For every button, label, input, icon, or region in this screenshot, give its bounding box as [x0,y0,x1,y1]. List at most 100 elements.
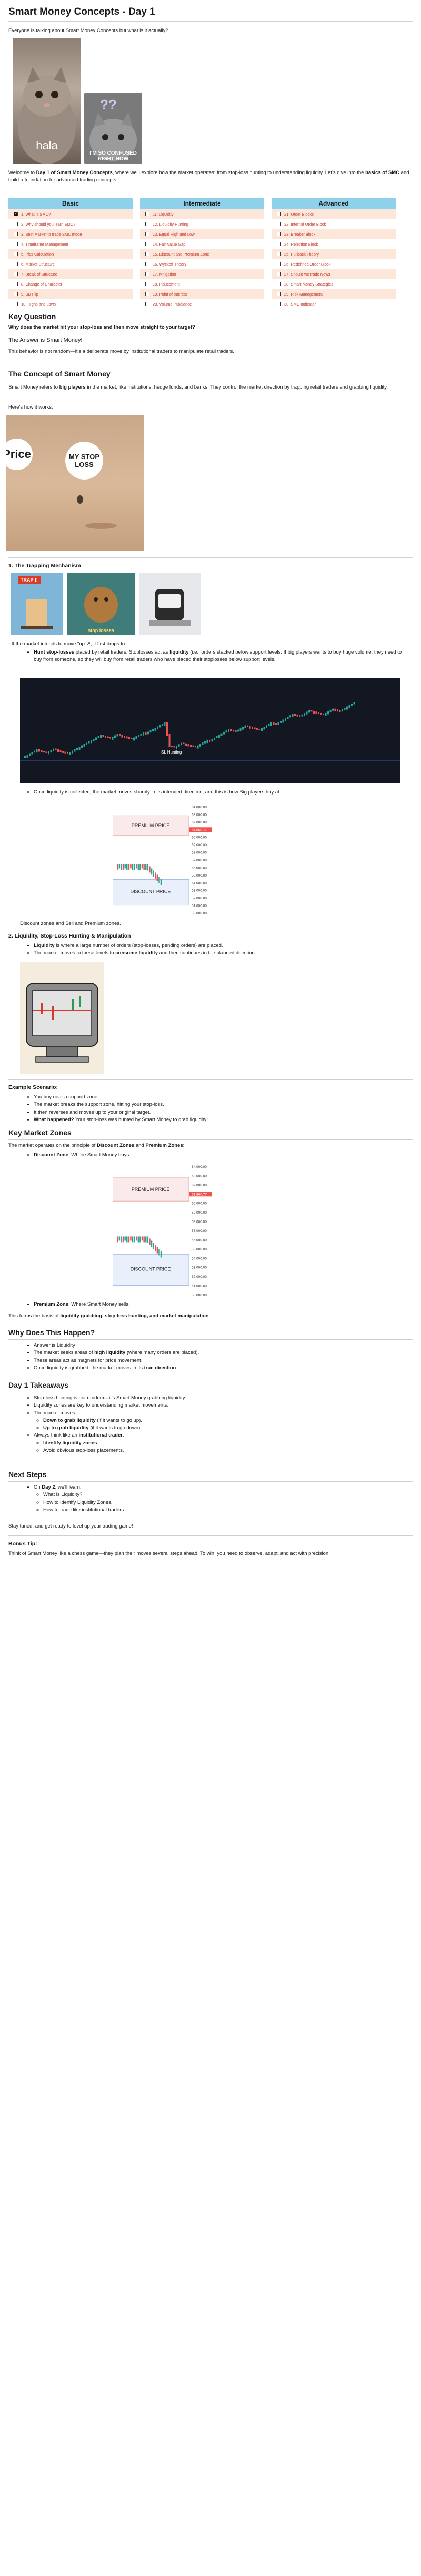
candle [261,728,263,731]
topic-checkbox[interactable] [14,222,18,226]
topic-checkbox[interactable] [145,232,149,236]
candle [126,1236,128,1243]
price-tick: 58,000.00 [192,1220,207,1224]
smc-topic-row[interactable]: 29. Risk Management [272,289,396,299]
smc-topic-row[interactable]: 26. Redefined Order Block [272,259,396,269]
smc-topic-row[interactable]: 4. Timeframe Management [8,239,133,249]
premium-zone-bullet: Premium Zone: Where Smart Money sells. [34,1301,410,1308]
candle [88,741,90,744]
topic-checkbox[interactable] [14,302,18,306]
smc-topic-row[interactable]: 15. Discount and Premium Zone [140,249,264,259]
smc-topic-row[interactable]: 28. Smart Money Strategies [272,279,396,289]
topic-checkbox[interactable] [145,222,149,226]
topic-checkbox[interactable] [277,252,281,256]
candle [310,710,313,712]
smc-topic-row[interactable]: 14. Fair Value Gap [140,239,264,249]
concept-heading: The Concept of Smart Money [8,368,413,381]
smc-topic-row[interactable]: ✓ 1. What is SMC? [8,209,133,219]
topic-checkbox[interactable] [14,232,18,236]
smc-topic-row[interactable]: 27. Should we trade News [272,269,396,279]
computer-drawing [26,983,98,1063]
candle [353,702,355,705]
trap-drawing [21,599,53,629]
smc-topic-row[interactable]: 16. Wyckoff Theory [140,259,264,269]
candle [128,737,130,739]
candle [225,730,227,733]
topic-checkbox[interactable] [145,252,149,256]
topic-checkbox[interactable] [277,272,281,276]
topic-checkbox[interactable] [277,222,281,226]
candle [294,714,296,716]
topic-label: 25. Pullback Theory [284,251,319,257]
price-tick: 63,000.00 [192,1174,207,1178]
candle [124,736,125,738]
smc-topic-row[interactable]: 18. Inducement [140,279,264,289]
topic-checkbox[interactable] [14,262,18,266]
candle [178,744,180,747]
topic-checkbox[interactable] [145,242,149,246]
smc-topic-row[interactable]: 9. SD Flip [8,289,133,299]
candle [280,721,282,723]
price-tick: 50,000.00 [192,912,207,915]
smc-topic-row[interactable]: 30. SMC Indicator [272,299,396,309]
topic-checkbox[interactable]: ✓ [14,212,18,216]
candle [258,729,260,730]
topic-checkbox[interactable] [14,242,18,246]
smc-topic-row[interactable]: 5. Pips Calculation [8,249,133,259]
topic-checkbox[interactable] [277,282,281,286]
smc-topic-row[interactable]: 19. Point of Interest [140,289,264,299]
candle [83,744,85,747]
topic-checkbox[interactable] [277,302,281,306]
candle [320,712,322,715]
key-zones-paragraph: The market operates on the principle of … [8,1143,185,1148]
scenario-item: You buy near a support zone. [34,1094,410,1101]
topic-label: 3. Best Market to trade SMC mode [21,231,82,237]
candle [67,752,68,754]
topic-checkbox[interactable] [277,212,281,216]
topic-checkbox[interactable] [145,262,149,266]
smc-topic-row[interactable]: 12. Liquidity Hunting [140,219,264,229]
topic-checkbox[interactable] [145,212,149,216]
smc-topic-row[interactable]: 17. Mitigation [140,269,264,279]
topic-checkbox[interactable] [145,292,149,296]
candle [220,733,223,736]
smc-topic-row[interactable]: 21. Order Blocks [272,209,396,219]
topic-checkbox[interactable] [145,272,149,276]
topic-checkbox[interactable] [14,272,18,276]
smc-topic-row[interactable]: 20. Volume Imbalance [140,299,264,309]
topic-checkbox[interactable] [145,302,149,306]
page-title: Smart Money Concepts - Day 1 [8,0,413,22]
smc-topic-row[interactable]: 23. Breaker Block [272,229,396,239]
smc-topic-row[interactable]: 11. Liquidity [140,209,264,219]
price-tick: 52,000.00 [192,897,207,900]
topic-checkbox[interactable] [14,282,18,286]
candle [247,725,248,727]
topic-checkbox[interactable] [277,262,281,266]
candle [223,731,225,735]
smc-topic-row[interactable]: 7. Break of Structure [8,269,133,279]
topic-checkbox[interactable] [277,232,281,236]
topic-checkbox[interactable] [14,292,18,296]
smc-topic-row[interactable]: 8. Change of Character [8,279,133,289]
topic-label: 15. Discount and Premium Zone [153,251,209,257]
candle [138,735,139,737]
smc-topic-row[interactable]: 3. Best Market to trade SMC mode [8,229,133,239]
key-question-heading: Key Question [8,312,56,321]
smc-topic-row[interactable]: 2. Why should you learn SMC? [8,219,133,229]
price-tick: 51,000.00 [192,1285,207,1288]
smc-topic-row[interactable]: 24. Rejection Block [272,239,396,249]
smc-topic-row[interactable]: 6. Market Structure [8,259,133,269]
topic-label: 29. Risk Management [284,291,323,297]
candle [135,736,137,739]
topic-checkbox[interactable] [14,252,18,256]
smc-topic-row[interactable]: 22. Internal Order Block [272,219,396,229]
candle [325,712,327,716]
smc-topic-row[interactable]: 13. Equal High and Low [140,229,264,239]
topic-checkbox[interactable] [277,242,281,246]
topic-checkbox[interactable] [277,292,281,296]
scenario-item: It then reverses and moves up to your or… [34,1109,410,1116]
topic-checkbox[interactable] [145,282,149,286]
key-question-text: Why does the market hit your stop-loss a… [8,324,195,330]
smc-topic-row[interactable]: 10. Highs and Lows [8,299,133,309]
smc-topic-row[interactable]: 25. Pullback Theory [272,249,396,259]
